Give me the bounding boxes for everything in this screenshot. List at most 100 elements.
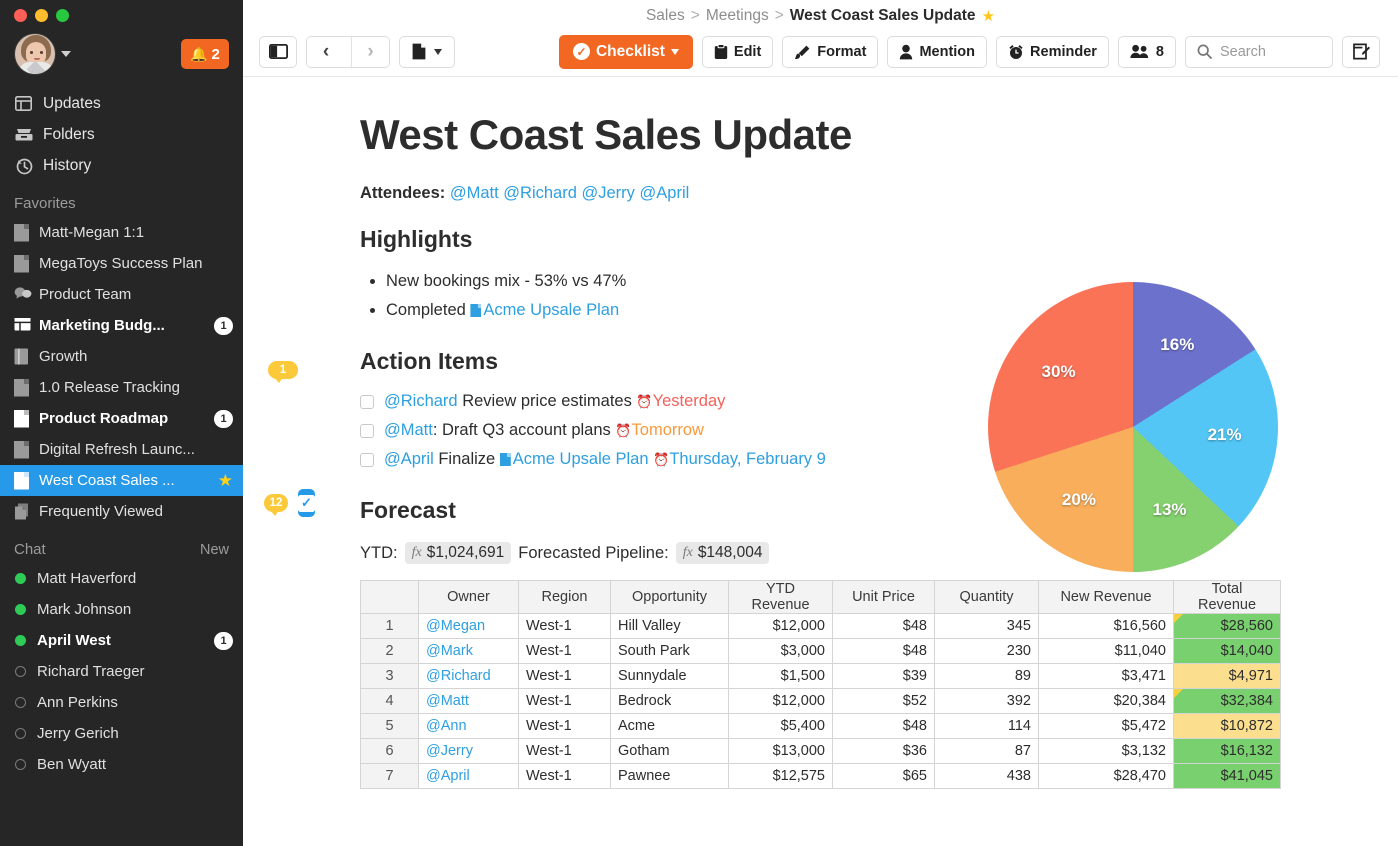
- search-input[interactable]: Search: [1185, 35, 1333, 68]
- mention-button[interactable]: Mention: [887, 35, 988, 68]
- table-row[interactable]: 6 @Jerry West-1 Gotham $13,000 $36 87 $3…: [360, 738, 1281, 764]
- cell-new-revenue[interactable]: $3,471: [1038, 663, 1174, 689]
- cell-opportunity[interactable]: Gotham: [610, 738, 729, 764]
- cell-region[interactable]: West-1: [518, 763, 611, 789]
- cell-ytd-revenue[interactable]: $3,000: [728, 638, 833, 664]
- notifications-button[interactable]: 🔔 2: [181, 39, 229, 69]
- sidebar-item-west-coast-sales[interactable]: West Coast Sales ... ★: [0, 465, 243, 496]
- cell-opportunity[interactable]: Bedrock: [610, 688, 729, 714]
- collaborators-button[interactable]: 8: [1117, 35, 1176, 68]
- cell-new-revenue[interactable]: $3,132: [1038, 738, 1174, 764]
- sidebar-item-folders[interactable]: Folders: [0, 119, 243, 150]
- column-header[interactable]: Unit Price: [832, 580, 935, 614]
- cell-unit-price[interactable]: $39: [832, 663, 935, 689]
- column-header[interactable]: YTD Revenue: [728, 580, 833, 614]
- table-row[interactable]: 1 @Megan West-1 Hill Valley $12,000 $48 …: [360, 613, 1281, 639]
- chat-item-ben-wyatt[interactable]: Ben Wyatt: [0, 749, 243, 780]
- sidebar-item-megatoys[interactable]: MegaToys Success Plan: [0, 248, 243, 279]
- chat-item-jerry-gerich[interactable]: Jerry Gerich: [0, 718, 243, 749]
- forward-button[interactable]: ›: [351, 36, 389, 67]
- cell-new-revenue[interactable]: $28,470: [1038, 763, 1174, 789]
- chat-item-mark-johnson[interactable]: Mark Johnson: [0, 594, 243, 625]
- cell-region[interactable]: West-1: [518, 613, 611, 639]
- edit-button[interactable]: Edit: [701, 35, 774, 68]
- cell-opportunity[interactable]: Pawnee: [610, 763, 729, 789]
- ytd-formula-chip[interactable]: fx $1,024,691: [404, 542, 512, 564]
- cell-owner[interactable]: @Jerry: [418, 738, 519, 764]
- cell-opportunity[interactable]: South Park: [610, 638, 729, 664]
- chevron-down-icon[interactable]: [61, 51, 71, 57]
- cell-ytd-revenue[interactable]: $13,000: [728, 738, 833, 764]
- table-row[interactable]: 7 @April West-1 Pawnee $12,575 $65 438 $…: [360, 763, 1281, 789]
- cell-owner[interactable]: @Richard: [418, 663, 519, 689]
- checkbox[interactable]: [360, 394, 374, 409]
- column-header[interactable]: Quantity: [934, 580, 1039, 614]
- revenue-pie-chart[interactable]: 16% 21% 13% 20% 30%: [988, 282, 1278, 572]
- column-header[interactable]: [360, 580, 419, 614]
- cell-opportunity[interactable]: Hill Valley: [610, 613, 729, 639]
- sidebar-item-product-team[interactable]: Product Team: [0, 279, 243, 310]
- cell-ytd-revenue[interactable]: $12,000: [728, 688, 833, 714]
- cell-total-revenue[interactable]: $4,971: [1173, 663, 1281, 689]
- cell-total-revenue[interactable]: $32,384: [1173, 688, 1281, 714]
- sidebar-item-marketing-budget[interactable]: Marketing Budg... 1: [0, 310, 243, 341]
- cell-new-revenue[interactable]: $11,040: [1038, 638, 1174, 664]
- back-button[interactable]: ‹: [307, 37, 345, 67]
- chat-item-april-west[interactable]: April West 1: [0, 625, 243, 656]
- due-date[interactable]: Tomorrow: [632, 421, 704, 439]
- due-date[interactable]: Yesterday: [653, 392, 726, 410]
- cell-owner[interactable]: @Megan: [418, 613, 519, 639]
- cell-quantity[interactable]: 392: [934, 688, 1039, 714]
- cell-region[interactable]: West-1: [518, 638, 611, 664]
- document-link[interactable]: Acme Upsale Plan: [483, 301, 619, 319]
- pipeline-formula-chip[interactable]: fx $148,004: [675, 542, 770, 564]
- chat-item-matt-haverford[interactable]: Matt Haverford: [0, 563, 243, 594]
- attendee-mention[interactable]: @Jerry: [582, 184, 635, 202]
- cell-ytd-revenue[interactable]: $12,575: [728, 763, 833, 789]
- cell-quantity[interactable]: 345: [934, 613, 1039, 639]
- cell-quantity[interactable]: 87: [934, 738, 1039, 764]
- cell-quantity[interactable]: 438: [934, 763, 1039, 789]
- chat-item-richard-traeger[interactable]: Richard Traeger: [0, 656, 243, 687]
- cell-ytd-revenue[interactable]: $1,500: [728, 663, 833, 689]
- cell-unit-price[interactable]: $65: [832, 763, 935, 789]
- table-row[interactable]: 5 @Ann West-1 Acme $5,400 $48 114 $5,472…: [360, 713, 1281, 739]
- cell-opportunity[interactable]: Acme: [610, 713, 729, 739]
- cell-opportunity[interactable]: Sunnydale: [610, 663, 729, 689]
- reminder-button[interactable]: Reminder: [996, 35, 1109, 68]
- close-window-button[interactable]: [14, 9, 27, 22]
- table-row[interactable]: 3 @Richard West-1 Sunnydale $1,500 $39 8…: [360, 663, 1281, 689]
- cell-region[interactable]: West-1: [518, 738, 611, 764]
- cell-owner[interactable]: @Matt: [418, 688, 519, 714]
- column-header[interactable]: Opportunity: [610, 580, 729, 614]
- compose-button[interactable]: [1342, 35, 1380, 68]
- cell-quantity[interactable]: 89: [934, 663, 1039, 689]
- column-header[interactable]: New Revenue: [1038, 580, 1174, 614]
- cell-owner[interactable]: @April: [418, 763, 519, 789]
- forecast-table-wrapper[interactable]: Owner Region Opportunity YTD Revenue Uni…: [360, 580, 1281, 789]
- checklist-button[interactable]: ✓ Checklist: [558, 34, 693, 69]
- star-icon[interactable]: ★: [218, 471, 233, 491]
- due-date[interactable]: Thursday, February 9: [669, 450, 826, 468]
- sidebar-item-release-tracking[interactable]: 1.0 Release Tracking: [0, 372, 243, 403]
- column-header[interactable]: Owner: [418, 580, 519, 614]
- cell-new-revenue[interactable]: $5,472: [1038, 713, 1174, 739]
- highlights-comment-badge[interactable]: 1: [268, 361, 298, 383]
- cell-ytd-revenue[interactable]: $12,000: [728, 613, 833, 639]
- format-button[interactable]: Format: [782, 35, 879, 68]
- assignee-mention[interactable]: @April: [384, 450, 434, 468]
- cell-region[interactable]: West-1: [518, 663, 611, 689]
- cell-unit-price[interactable]: $48: [832, 638, 935, 664]
- assignee-mention[interactable]: @Matt: [384, 421, 433, 439]
- sidebar-item-frequently-viewed[interactable]: Frequently Viewed: [0, 496, 243, 527]
- cell-total-revenue[interactable]: $14,040: [1173, 638, 1281, 664]
- avatar[interactable]: [14, 33, 56, 75]
- cell-total-revenue[interactable]: $41,045: [1173, 763, 1281, 789]
- attendee-mention[interactable]: @April: [640, 184, 690, 202]
- minimize-window-button[interactable]: [35, 9, 48, 22]
- cell-quantity[interactable]: 230: [934, 638, 1039, 664]
- cell-new-revenue[interactable]: $20,384: [1038, 688, 1174, 714]
- breadcrumb-sales[interactable]: Sales: [646, 7, 685, 25]
- chat-item-ann-perkins[interactable]: Ann Perkins: [0, 687, 243, 718]
- document-type-menu[interactable]: [399, 35, 455, 68]
